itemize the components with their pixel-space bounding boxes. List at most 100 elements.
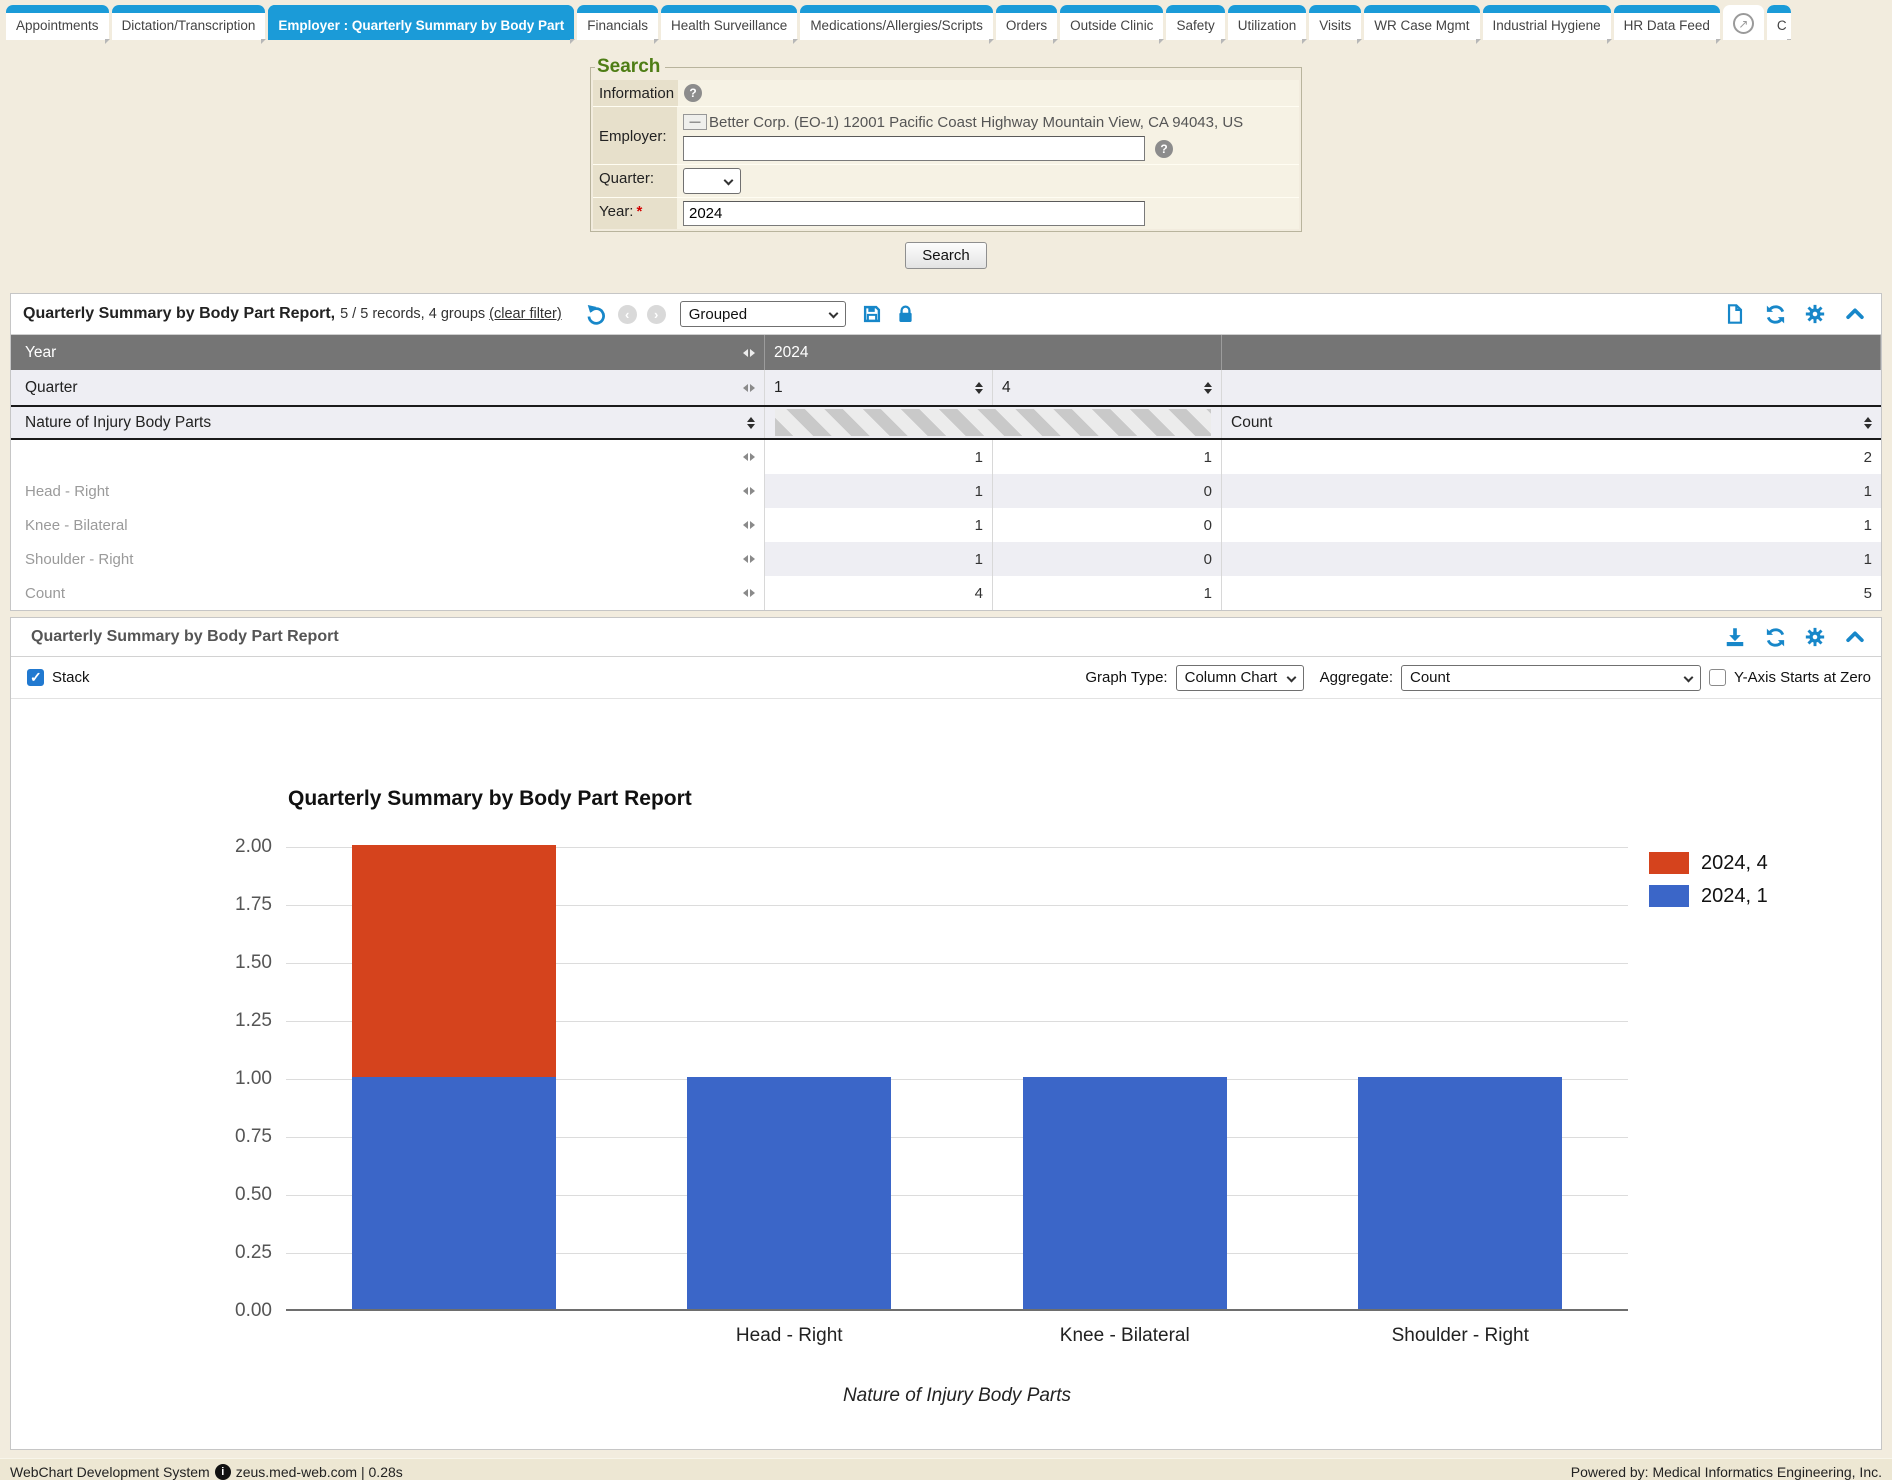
gear-icon[interactable] — [1803, 302, 1827, 326]
legend-item: 2024, 4 — [1649, 851, 1768, 875]
tab-medications-allergies-scripts[interactable]: Medications/Allergies/Scripts — [800, 5, 993, 40]
year-input[interactable] — [683, 201, 1145, 226]
records-count: 5 / 5 records, 4 groups — [340, 306, 485, 322]
column-resize-icon[interactable] — [743, 555, 755, 563]
chevron-down-icon — [1286, 672, 1296, 682]
chart-region: Quarterly Summary by Body Part Report Na… — [11, 699, 1881, 1449]
chevron-down-icon — [724, 176, 734, 186]
footer: WebChart Development System i zeus.med-w… — [0, 1458, 1892, 1480]
chevron-down-icon — [828, 309, 838, 319]
tab-employer-quarterly-summary-by-body-part[interactable]: Employer : Quarterly Summary by Body Par… — [268, 5, 574, 40]
employer-selected-text: Better Corp. (EO-1) 12001 Pacific Coast … — [709, 114, 1243, 131]
employer-input[interactable] — [683, 136, 1145, 161]
cell-count: 1 — [1222, 474, 1881, 508]
bar-segment — [1023, 1077, 1227, 1309]
search-button[interactable]: Search — [905, 242, 987, 269]
tab-label: Visits — [1319, 18, 1351, 33]
y-tick-label: 0.00 — [206, 1300, 272, 1322]
group-mode-select[interactable]: Grouped — [680, 301, 846, 327]
cell-count: 2 — [1222, 440, 1881, 474]
cell-value: 1 — [1204, 449, 1212, 466]
x-category-label: Head - Right — [622, 1325, 958, 1347]
column-resize-icon[interactable] — [743, 349, 755, 357]
graph-type-select[interactable]: Column Chart — [1176, 665, 1304, 691]
undo-icon[interactable] — [584, 302, 608, 326]
tab-utilization[interactable]: Utilization — [1228, 5, 1307, 40]
graph-type-label: Graph Type: — [1085, 669, 1167, 686]
cell-value: 5 — [1864, 585, 1872, 602]
next-page-icon[interactable]: › — [647, 305, 666, 324]
refresh-icon[interactable] — [1763, 625, 1787, 649]
tab-label: Outside Clinic — [1070, 18, 1153, 33]
save-icon[interactable] — [860, 302, 884, 326]
tab-label: Safety — [1176, 18, 1214, 33]
cell-value: 0 — [1204, 517, 1212, 534]
y-tick-label: 1.75 — [206, 894, 272, 916]
collapse-panel-icon[interactable] — [1843, 625, 1867, 649]
new-document-icon[interactable] — [1723, 302, 1747, 326]
column-resize-icon[interactable] — [743, 487, 755, 495]
yaxis-zero-checkbox[interactable] — [1709, 669, 1726, 686]
tab-label: Utilization — [1238, 18, 1297, 33]
tab-label: Dictation/Transcription — [122, 18, 256, 33]
gear-icon[interactable] — [1803, 625, 1827, 649]
tab-partial[interactable]: C — [1767, 5, 1791, 40]
sort-icon[interactable] — [1864, 417, 1872, 429]
quarter-select[interactable] — [683, 168, 741, 194]
tab-hr-data-feed[interactable]: HR Data Feed — [1614, 5, 1720, 40]
collapse-employer-button[interactable]: — — [683, 114, 707, 130]
chart-x-axis-title: Nature of Injury Body Parts — [286, 1385, 1628, 1407]
tab-dictation-transcription[interactable]: Dictation/Transcription — [112, 5, 266, 40]
quarter-header-empty — [1222, 370, 1881, 405]
information-help-icon[interactable]: ? — [684, 84, 702, 102]
tab-label: Employer : Quarterly Summary by Body Par… — [278, 18, 564, 33]
sort-icon[interactable] — [1204, 382, 1212, 394]
legend-swatch — [1649, 885, 1689, 907]
tab-wr-case-mgmt[interactable]: WR Case Mgmt — [1364, 5, 1479, 40]
aggregate-label: Aggregate: — [1320, 669, 1393, 686]
collapse-panel-icon[interactable] — [1843, 302, 1867, 326]
chevron-down-icon — [1684, 672, 1694, 682]
stack-checkbox[interactable] — [27, 669, 44, 686]
sort-icon[interactable] — [975, 382, 983, 394]
table-row-quarter: Quarter 1 4 — [11, 370, 1881, 405]
aggregate-select[interactable]: Count — [1401, 665, 1701, 691]
y-tick-label: 0.50 — [206, 1184, 272, 1206]
table-row: Shoulder - Right101 — [11, 542, 1881, 576]
y-tick-label: 1.00 — [206, 1068, 272, 1090]
prev-page-icon[interactable]: ‹ — [618, 305, 637, 324]
column-resize-icon[interactable] — [743, 521, 755, 529]
lock-icon[interactable] — [894, 302, 918, 326]
tab-label: HR Data Feed — [1624, 18, 1710, 33]
tab-visits[interactable]: Visits — [1309, 5, 1361, 40]
y-tick-label: 2.00 — [206, 836, 272, 858]
legend-label: 2024, 4 — [1701, 852, 1768, 875]
tab-outside-clinic[interactable]: Outside Clinic — [1060, 5, 1163, 40]
search-section: Search Information ? Employer: — Better … — [590, 56, 1302, 269]
cell-q4: 0 — [993, 508, 1222, 542]
tab-label: Orders — [1006, 18, 1047, 33]
tab-orders[interactable]: Orders — [996, 5, 1057, 40]
download-icon[interactable] — [1723, 625, 1747, 649]
tab-appointments[interactable]: Appointments — [6, 5, 109, 40]
clear-filter-link[interactable]: (clear filter) — [489, 306, 562, 322]
year-header-empty — [1222, 335, 1881, 370]
column-resize-icon[interactable] — [743, 384, 755, 392]
sort-icon[interactable] — [747, 417, 755, 429]
tab-label: Appointments — [16, 18, 99, 33]
footer-host: zeus.med-web.com | 0.28s — [236, 1464, 403, 1480]
quarter-col-1: 1 — [774, 379, 783, 397]
column-resize-icon[interactable] — [743, 589, 755, 597]
refresh-icon[interactable] — [1763, 302, 1787, 326]
cell-value: 0 — [1204, 483, 1212, 500]
row-label-cell: Head - Right — [11, 474, 765, 508]
tab-financials[interactable]: Financials — [577, 5, 658, 40]
tab-industrial-hygiene[interactable]: Industrial Hygiene — [1483, 5, 1611, 40]
open-new-window-button[interactable]: ↗ — [1723, 5, 1764, 40]
tab-health-surveillance[interactable]: Health Surveillance — [661, 5, 797, 40]
column-resize-icon[interactable] — [743, 453, 755, 461]
tab-safety[interactable]: Safety — [1166, 5, 1224, 40]
graph-type-value: Column Chart — [1185, 669, 1278, 686]
cell-q1: 1 — [765, 474, 993, 508]
employer-help-icon[interactable]: ? — [1155, 140, 1173, 158]
